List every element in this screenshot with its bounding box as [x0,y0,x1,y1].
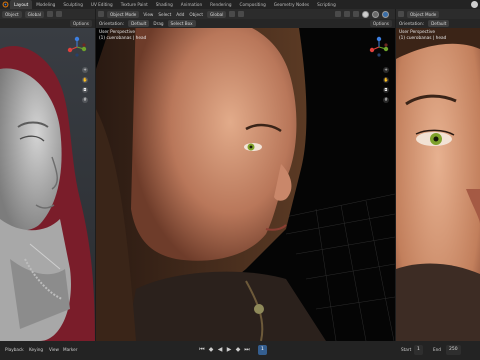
object-menu-dropdown[interactable]: Object [2,10,22,18]
tab-geometry-nodes[interactable]: Geometry Nodes [270,0,313,9]
play-reverse-icon[interactable]: ◀ [216,346,224,354]
blender-logo-icon[interactable] [0,0,10,9]
snap-icon[interactable] [229,11,236,17]
tab-compositing[interactable]: Compositing [236,0,270,9]
orientation-dropdown[interactable]: Default [428,20,450,27]
viewport-left[interactable]: Object Global Options + ✋ ◘ # [0,9,95,341]
visibility-icon[interactable] [335,11,341,17]
gizmo-icon[interactable] [368,36,390,58]
tab-modeling[interactable]: Modeling [32,0,59,9]
menu-select[interactable]: Select [157,12,172,17]
viewport-right[interactable]: Object Mode Orientation: Default User Pe… [396,9,480,341]
shading-material-icon[interactable] [372,10,379,18]
shading-solid-icon[interactable] [362,10,369,18]
viewport-left-header: Object Global [0,9,95,19]
mode-dropdown[interactable]: Object Mode [407,10,440,18]
jump-end-icon[interactable]: ⏭ [243,346,251,354]
viewport-right-header: Object Mode [396,9,480,19]
tab-uv-editing[interactable]: UV Editing [87,0,117,9]
snap-icon[interactable] [47,11,53,17]
current-frame-field[interactable]: 1 [258,345,267,355]
next-keyframe-icon[interactable]: ◆ [234,346,242,354]
orientation-dropdown[interactable]: Default [128,20,150,27]
drag-label: Drag [153,21,164,26]
editor-type-icon[interactable] [398,11,404,17]
prev-keyframe-icon[interactable]: ◆ [207,346,215,354]
overlays-icon[interactable] [344,11,350,17]
hand-icon[interactable]: ✋ [383,77,389,83]
xray-icon[interactable] [353,11,359,17]
mode-dropdown[interactable]: Object Mode [107,10,140,18]
viewport-info: User Perspective (1) cuerobanas | head [399,30,446,42]
tab-animation[interactable]: Animation [177,0,206,9]
viewport-left-nav: + ✋ ◘ # [82,67,88,103]
tab-scripting[interactable]: Scripting [313,0,340,9]
grid-icon[interactable]: # [82,97,88,103]
transform-orientation-dropdown[interactable]: Global [207,10,227,18]
viewport-info: User Perspective (1) cuerobanas | head [99,30,146,42]
camera-icon[interactable]: ◘ [383,87,389,93]
start-label: Start [401,347,412,352]
end-frame-field[interactable]: 250 [446,345,461,355]
active-object: (1) cuerobanas | head [99,36,147,41]
tab-shading[interactable]: Shading [152,0,177,9]
closeup-render [396,9,480,341]
viewport-center[interactable]: Object Mode View Select Add Object Globa… [96,9,395,341]
tab-rendering[interactable]: Rendering [206,0,235,9]
zoom-icon[interactable]: + [82,67,88,73]
zoom-icon[interactable]: + [383,67,389,73]
shading-rendered-icon[interactable] [382,10,389,18]
menu-object[interactable]: Object [188,12,204,17]
timeline-bar: Playback Keying View Marker ⏮ ◆ ◀ ▶ ◆ ⏭ … [0,341,480,360]
viewport-center-subheader: Orientation: Default Drag Select Box Opt… [96,19,395,28]
viewport-center-header: Object Mode View Select Add Object Globa… [96,9,395,19]
viewport-right-subheader: Orientation: Default [396,19,480,28]
hand-icon[interactable]: ✋ [82,77,88,83]
camera-icon[interactable]: ◘ [82,87,88,93]
menu-add[interactable]: Add [175,12,185,17]
start-frame-field[interactable]: 1 [414,345,423,355]
transform-orientation-dropdown[interactable]: Global [24,10,44,18]
orientation-label: Orientation: [399,21,425,26]
user-avatar-icon[interactable] [471,1,478,8]
jump-start-icon[interactable]: ⏮ [198,346,206,354]
menu-view[interactable]: View [142,12,154,17]
viewport-center-nav: + ✋ ◘ # [383,67,389,103]
grid-icon[interactable]: # [383,97,389,103]
gizmo-icon[interactable] [66,36,88,58]
end-label: End [433,347,441,352]
proportional-edit-icon[interactable] [56,11,62,17]
select-box-dropdown[interactable]: Select Box [167,20,196,27]
playback-menu[interactable]: Playback [4,347,25,352]
active-object: (1) cuerobanas | head [399,36,447,41]
orientation-label: Orientation: [99,21,125,26]
keying-menu[interactable]: Keying [28,347,44,352]
tab-sculpting[interactable]: Sculpting [59,0,87,9]
view-menu[interactable]: View [48,347,60,352]
viewport-left-subheader: Options [0,19,95,28]
proportional-edit-icon[interactable] [238,11,245,17]
editor-type-icon[interactable] [98,11,104,17]
play-icon[interactable]: ▶ [225,346,233,354]
options-dropdown[interactable]: Options [369,20,392,27]
options-dropdown[interactable]: Options [69,20,92,27]
marker-menu[interactable]: Marker [62,347,78,352]
character-render [96,9,395,341]
tab-texture-paint[interactable]: Texture Paint [117,0,152,9]
sculpt-render [0,9,95,341]
workspace-tab-bar: Layout Modeling Sculpting UV Editing Tex… [0,0,480,9]
tab-layout[interactable]: Layout [10,0,33,9]
